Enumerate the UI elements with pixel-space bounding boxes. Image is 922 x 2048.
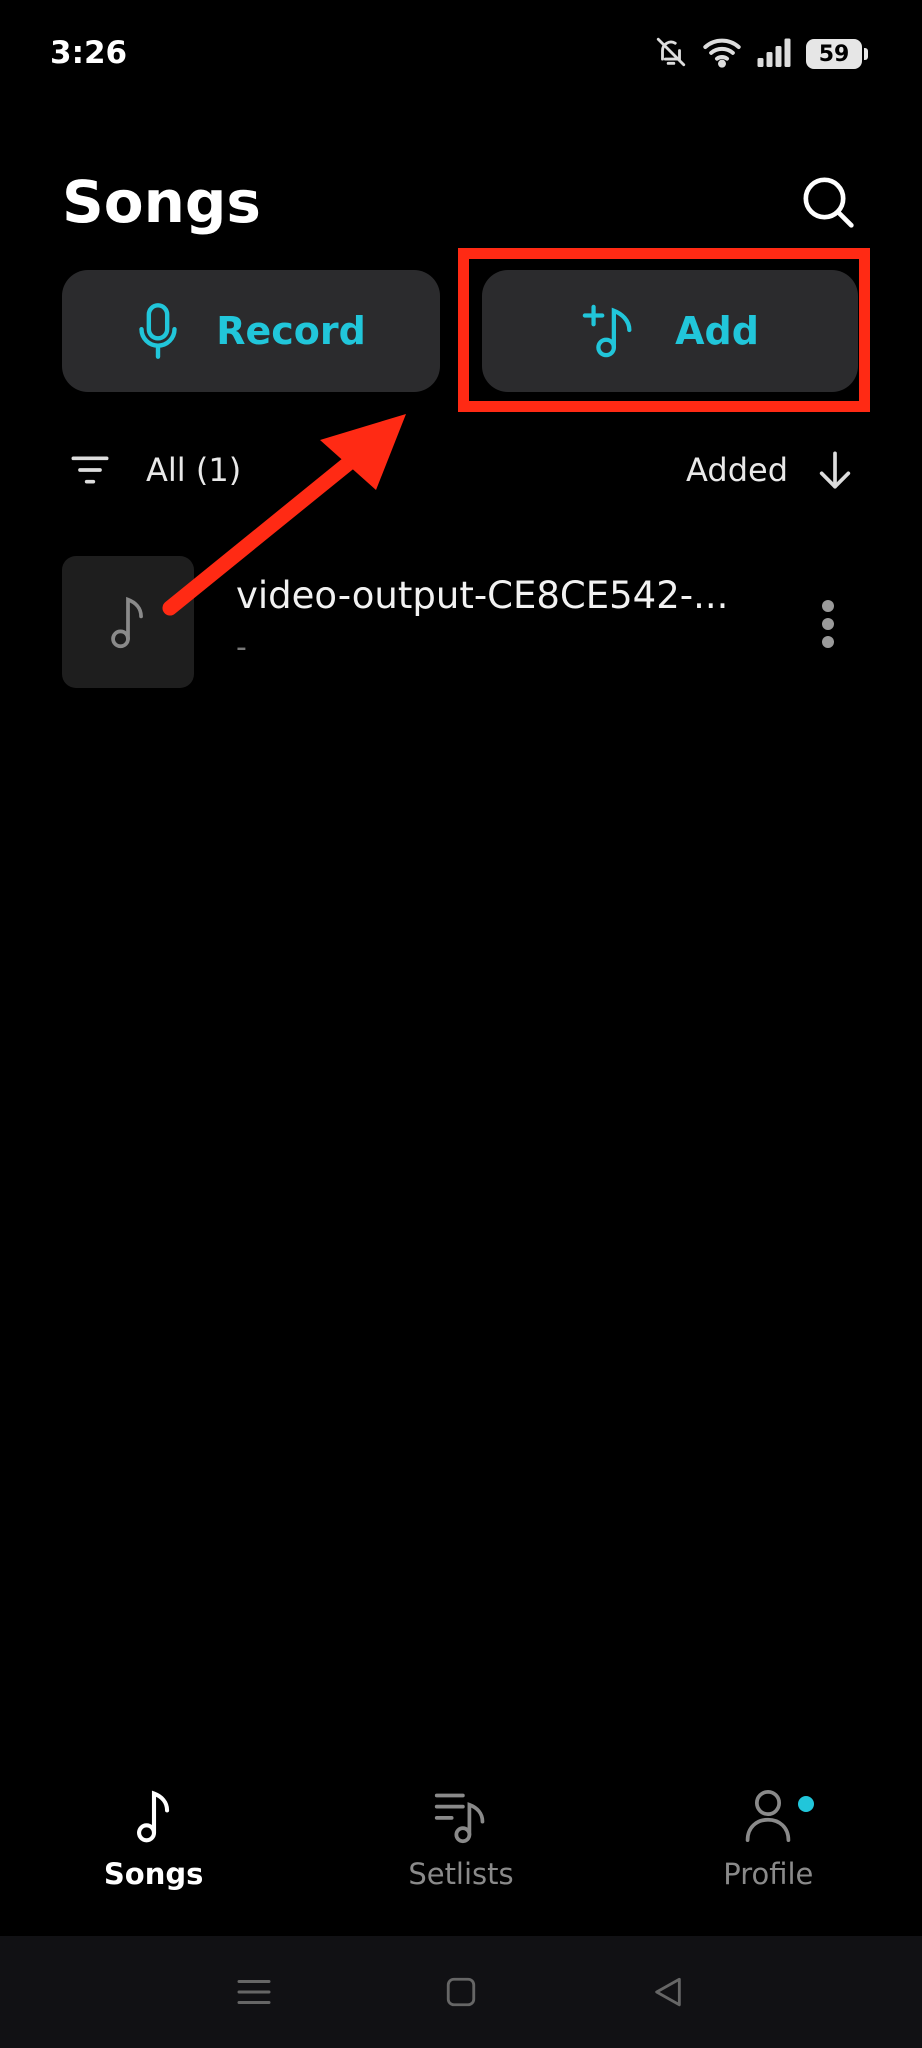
more-vertical-icon — [822, 600, 834, 648]
nav-label-songs: Songs — [103, 1857, 204, 1891]
menu-icon — [237, 1980, 271, 2004]
system-menu-button[interactable] — [224, 1962, 284, 2022]
highlight-box — [458, 248, 870, 412]
music-note-icon — [136, 1790, 169, 1843]
song-more-button[interactable] — [806, 596, 850, 652]
back-icon — [655, 1977, 682, 2007]
arrow-down-icon — [819, 451, 851, 489]
filter-button[interactable]: All (1) — [70, 440, 241, 500]
home-icon — [446, 1977, 476, 2007]
song-title[interactable]: video-output-CE8CE542-... — [236, 570, 728, 622]
status-icons: 59 — [654, 32, 868, 76]
wifi-icon — [702, 35, 742, 73]
sort-button[interactable]: Added — [686, 440, 852, 500]
notification-badge — [798, 1796, 815, 1812]
filter-icon — [71, 456, 109, 484]
bell-off-icon — [654, 35, 688, 73]
microphone-icon — [139, 303, 177, 359]
nav-label-setlists: Setlists — [408, 1857, 514, 1891]
system-home-button[interactable] — [431, 1962, 491, 2022]
song-thumbnail[interactable] — [62, 556, 194, 688]
battery-icon: 59 — [806, 39, 868, 69]
setlist-icon — [434, 1793, 485, 1844]
nav-label-profile: Profile — [723, 1857, 814, 1891]
person-icon — [746, 1790, 791, 1842]
music-note-icon — [111, 596, 143, 649]
nav-item-setlists[interactable]: Setlists — [341, 1770, 581, 1894]
search-button[interactable] — [796, 170, 860, 234]
nav-item-profile[interactable]: Profile — [648, 1770, 888, 1894]
record-button[interactable]: Record — [62, 270, 440, 392]
signal-icon — [756, 37, 792, 71]
sort-label: Added — [686, 451, 788, 489]
bottom-nav: Songs Setlists Profile — [0, 1770, 922, 1936]
system-nav-bar — [0, 1936, 922, 2048]
page-title: Songs — [62, 168, 261, 236]
nav-item-songs[interactable]: Songs — [34, 1770, 274, 1894]
song-subtitle: - — [236, 630, 247, 665]
filter-label: All (1) — [146, 451, 242, 489]
status-time: 3:26 — [50, 35, 128, 71]
system-back-button[interactable] — [638, 1962, 698, 2022]
record-button-label: Record — [216, 309, 366, 353]
search-icon — [803, 177, 854, 228]
